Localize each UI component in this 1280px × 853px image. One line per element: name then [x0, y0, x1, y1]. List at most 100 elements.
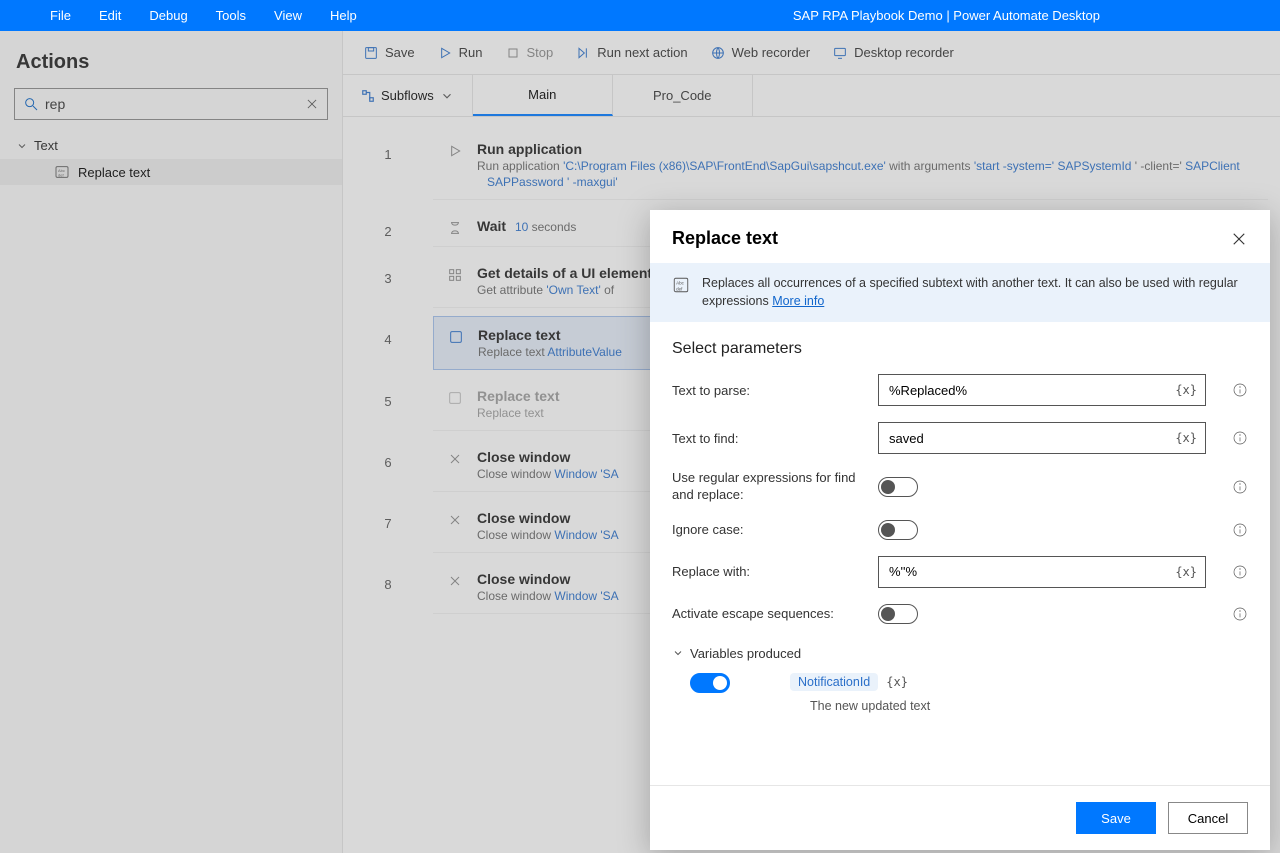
- ignore-case-toggle[interactable]: [878, 520, 918, 540]
- variable-picker-icon[interactable]: {x}: [1173, 565, 1199, 579]
- replace-with-input[interactable]: [889, 564, 1173, 579]
- tabs-row: Subflows Main Pro_Code: [343, 75, 1280, 117]
- text-icon: [448, 329, 464, 345]
- info-icon[interactable]: [1232, 479, 1248, 495]
- clear-icon[interactable]: [305, 97, 319, 111]
- step-num: 1: [343, 127, 433, 204]
- close-icon: [447, 512, 463, 528]
- step-num: 8: [343, 557, 433, 618]
- run-next-button[interactable]: Run next action: [565, 41, 697, 65]
- search-input[interactable]: [45, 96, 299, 112]
- info-icon[interactable]: [1232, 606, 1248, 622]
- step-subtitle: Close window Window 'SA: [477, 589, 619, 603]
- actions-title: Actions: [0, 47, 342, 88]
- step-subtitle: Close window Window 'SA: [477, 467, 619, 481]
- variable-toggle[interactable]: [690, 673, 730, 693]
- globe-icon: [710, 45, 726, 61]
- step-run-application[interactable]: Run application Run application 'C:\Prog…: [433, 131, 1268, 200]
- variables-produced-header[interactable]: Variables produced: [650, 632, 1270, 665]
- close-icon: [447, 451, 463, 467]
- play-outline-icon: [447, 143, 463, 159]
- step-subtitle: Get attribute 'Own Text' of: [477, 283, 652, 297]
- tab-pro-code[interactable]: Pro_Code: [613, 75, 753, 116]
- svg-text:def: def: [58, 173, 64, 178]
- variable-chip[interactable]: NotificationId {x}: [790, 673, 910, 691]
- step-title: Close window: [477, 571, 619, 587]
- search-box[interactable]: [14, 88, 328, 120]
- text-icon: [447, 390, 463, 406]
- menu-help[interactable]: Help: [316, 0, 371, 31]
- label-escape: Activate escape sequences:: [672, 606, 862, 621]
- step-title: Replace text: [478, 327, 622, 343]
- abc-icon: Abcdef: [672, 276, 690, 294]
- text-to-find-input[interactable]: [889, 431, 1173, 446]
- svg-text:def: def: [676, 286, 683, 291]
- info-icon[interactable]: [1232, 430, 1248, 446]
- menu-debug[interactable]: Debug: [135, 0, 201, 31]
- info-icon[interactable]: [1232, 564, 1248, 580]
- window-title: SAP RPA Playbook Demo | Power Automate D…: [793, 8, 1280, 23]
- dialog-title: Replace text: [672, 228, 1230, 249]
- escape-toggle[interactable]: [878, 604, 918, 624]
- tree-group-label: Text: [34, 138, 58, 153]
- svg-text:Abc: Abc: [676, 280, 685, 285]
- label-regex: Use regular expressions for find and rep…: [672, 470, 862, 504]
- toolbar: Save Run Stop Run next action Web record…: [343, 31, 1280, 75]
- step-subtitle: Replace text: [477, 406, 559, 420]
- step-num: 2: [343, 204, 433, 251]
- subflows-dropdown[interactable]: Subflows: [343, 75, 473, 116]
- save-button[interactable]: Save: [1076, 802, 1156, 834]
- section-title: Select parameters: [650, 322, 1270, 366]
- step-subtitle-2: SAPPassword ' -maxgui': [477, 175, 1240, 189]
- cancel-button[interactable]: Cancel: [1168, 802, 1248, 834]
- info-icon[interactable]: [1232, 382, 1248, 398]
- save-icon: [363, 45, 379, 61]
- step-num: 5: [343, 374, 433, 435]
- step-subtitle: Run application 'C:\Program Files (x86)\…: [477, 159, 1240, 173]
- replace-with-field[interactable]: {x}: [878, 556, 1206, 588]
- desktop-recorder-button[interactable]: Desktop recorder: [822, 41, 964, 65]
- menu-edit[interactable]: Edit: [85, 0, 135, 31]
- label-text-to-find: Text to find:: [672, 431, 862, 446]
- menu-file[interactable]: File: [36, 0, 85, 31]
- tab-main[interactable]: Main: [473, 75, 613, 116]
- save-button[interactable]: Save: [353, 41, 425, 65]
- web-recorder-button[interactable]: Web recorder: [700, 41, 821, 65]
- variable-token-icon: {x}: [884, 675, 910, 689]
- chevron-down-icon: [16, 140, 28, 152]
- chevron-down-icon: [672, 647, 684, 659]
- step-num: 4: [343, 312, 433, 374]
- text-to-find-field[interactable]: {x}: [878, 422, 1206, 454]
- menu-view[interactable]: View: [260, 0, 316, 31]
- step-num: 6: [343, 435, 433, 496]
- step-title: Close window: [477, 510, 619, 526]
- stop-button[interactable]: Stop: [495, 41, 564, 65]
- regex-toggle[interactable]: [878, 477, 918, 497]
- tree-group-text[interactable]: Text: [0, 132, 342, 159]
- close-icon: [447, 573, 463, 589]
- stop-icon: [505, 45, 521, 61]
- step-title: Run application: [477, 141, 1240, 157]
- step-title: Close window: [477, 449, 619, 465]
- menu-tools[interactable]: Tools: [202, 0, 260, 31]
- text-to-parse-field[interactable]: {x}: [878, 374, 1206, 406]
- chevron-down-icon: [440, 89, 454, 103]
- step-subtitle: Replace text AttributeValue: [478, 345, 622, 359]
- more-info-link[interactable]: More info: [772, 294, 824, 308]
- step-subtitle: Close window Window 'SA: [477, 528, 619, 542]
- info-icon[interactable]: [1232, 522, 1248, 538]
- action-replace-text[interactable]: Abcdef Replace text: [0, 159, 342, 185]
- actions-panel: Actions Text Abcdef Replace text: [0, 31, 343, 853]
- close-dialog-icon[interactable]: [1230, 230, 1248, 248]
- step-icon: [575, 45, 591, 61]
- action-label: Replace text: [78, 165, 150, 180]
- text-to-parse-input[interactable]: [889, 383, 1173, 398]
- run-button[interactable]: Run: [427, 41, 493, 65]
- step-title: Get details of a UI element: [477, 265, 652, 281]
- variable-picker-icon[interactable]: {x}: [1173, 383, 1199, 397]
- step-title: Replace text: [477, 388, 559, 404]
- label-ignore-case: Ignore case:: [672, 522, 862, 537]
- label-replace-with: Replace with:: [672, 564, 862, 579]
- variable-picker-icon[interactable]: {x}: [1173, 431, 1199, 445]
- replace-text-dialog: Replace text Abcdef Replaces all occurre…: [650, 210, 1270, 850]
